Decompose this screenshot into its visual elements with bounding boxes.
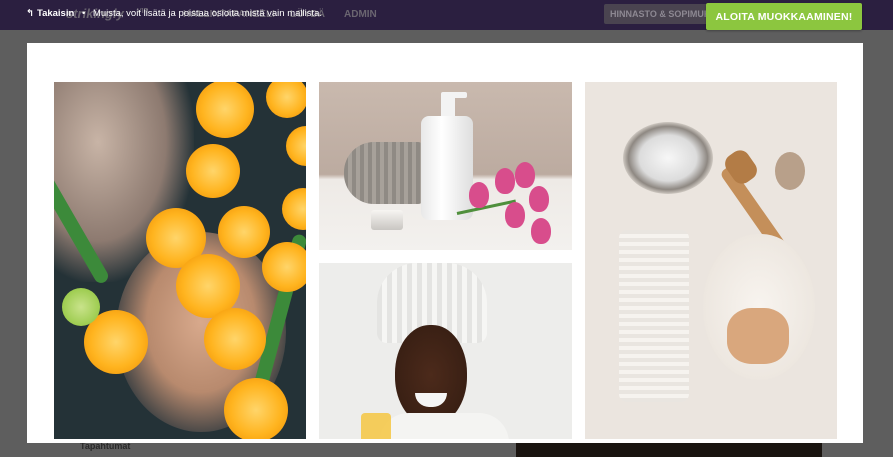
lotion-bottle xyxy=(421,116,473,220)
rolled-towel xyxy=(344,142,424,204)
orange-slice xyxy=(286,126,306,166)
gallery-image-bath[interactable] xyxy=(54,82,306,439)
lime-slice xyxy=(62,288,100,326)
background-dark-block xyxy=(516,442,822,457)
robe xyxy=(379,413,509,439)
start-editing-button[interactable]: ALOITA MUOKKAAMINEN! xyxy=(706,3,862,30)
orange-slice xyxy=(266,82,306,118)
white-towel xyxy=(619,230,689,402)
template-preview-modal xyxy=(27,43,863,443)
back-arrow-icon: ↰ xyxy=(26,8,34,19)
separator-dot: • xyxy=(81,8,86,19)
tulip xyxy=(495,168,515,194)
orange-slice xyxy=(224,378,288,439)
soap-bar xyxy=(727,308,789,364)
gallery-image-towel-bottle[interactable] xyxy=(319,82,572,250)
tulip xyxy=(529,186,549,212)
mask-face xyxy=(395,325,467,425)
back-label: Takaisin xyxy=(36,8,75,19)
orange-slice xyxy=(196,82,254,138)
juice-glass xyxy=(361,413,391,439)
orange-slice xyxy=(262,242,306,292)
gallery-image-spa-flatlay[interactable] xyxy=(585,82,837,439)
bottle-pump xyxy=(441,94,455,118)
tulip xyxy=(531,218,551,244)
orange-slice xyxy=(218,206,270,258)
tulip xyxy=(515,162,535,188)
tealight-candle xyxy=(371,210,403,230)
salt-bowl xyxy=(623,122,713,194)
orange-slice xyxy=(282,188,306,230)
tulip xyxy=(505,202,525,228)
background-pricing-button: HINNASTO & SOPIMUKSET xyxy=(604,4,714,24)
notice-bar: ↰ Takaisin • Muista, voit lisätä ja poist… xyxy=(26,8,322,19)
background-nav-admin: ADMIN xyxy=(344,9,377,20)
tulip xyxy=(469,182,489,208)
back-link[interactable]: ↰ Takaisin xyxy=(26,8,77,19)
pumice-stone xyxy=(775,152,805,190)
notice-message: Muista, voit lisätä ja poistaa osioita m… xyxy=(92,8,323,19)
gallery-image-face-mask[interactable] xyxy=(319,263,572,439)
orange-slice xyxy=(186,144,240,198)
orange-slice xyxy=(204,308,266,370)
